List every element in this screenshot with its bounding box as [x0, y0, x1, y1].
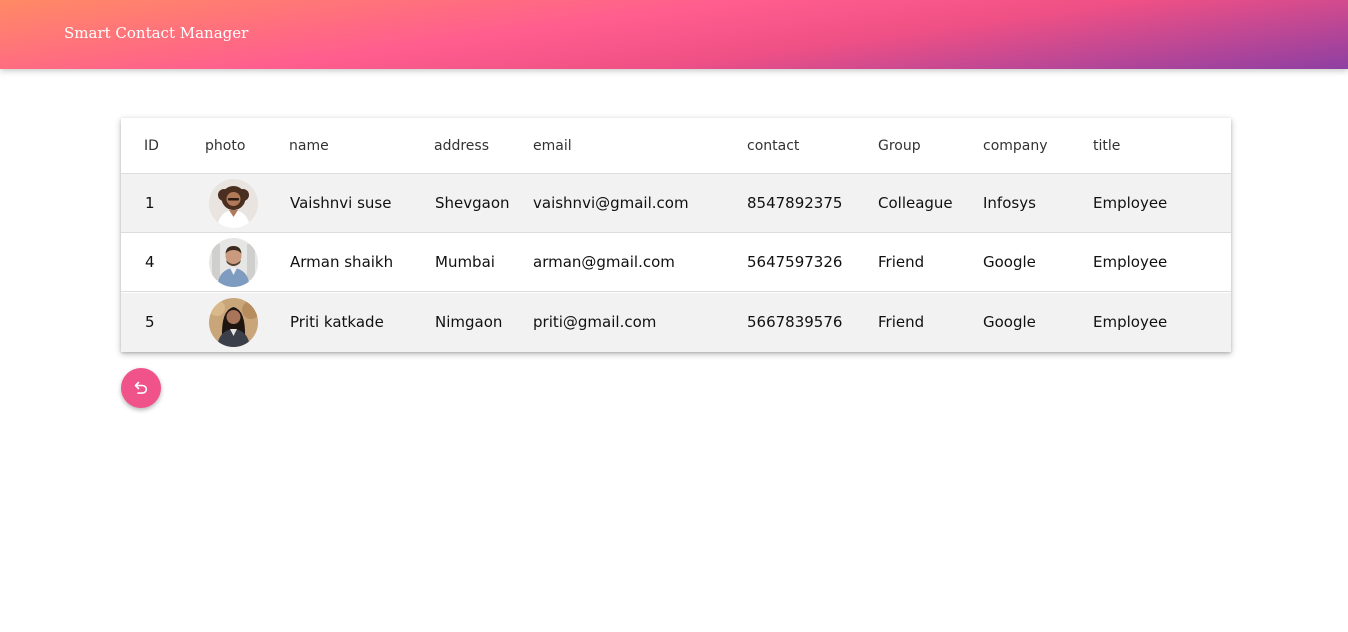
cell-group: Friend	[878, 253, 925, 271]
header-photo: photo	[205, 138, 246, 154]
cell-company: Google	[983, 253, 1036, 271]
cell-name: Priti katkade	[290, 313, 384, 331]
table-row[interactable]: 1 Vaishnvi suse Shevgaon vaishnvi@gmail.…	[121, 174, 1231, 233]
back-button[interactable]	[121, 368, 161, 408]
cell-company: Google	[983, 313, 1036, 331]
cell-email[interactable]: arman@gmail.com	[533, 252, 675, 272]
table-row[interactable]: 4 Arman shaikh Mumbai arman@gmail.com 56…	[121, 233, 1231, 292]
cell-address: Mumbai	[435, 253, 495, 271]
header-group: Group	[878, 138, 921, 154]
cell-id: 1	[145, 194, 155, 212]
cell-email[interactable]: vaishnvi@gmail.com	[533, 193, 689, 213]
header-address: address	[434, 138, 490, 154]
cell-name: Vaishnvi suse	[290, 194, 392, 212]
cell-email[interactable]: priti@gmail.com	[533, 312, 656, 332]
avatar-photo	[209, 298, 258, 347]
header-title: title	[1093, 138, 1121, 154]
cell-id: 5	[145, 313, 155, 331]
header-name: name	[289, 138, 329, 154]
header-company: company	[983, 138, 1048, 154]
cell-group: Friend	[878, 313, 925, 331]
cell-title: Employee	[1093, 194, 1168, 212]
cell-title: Employee	[1093, 313, 1168, 331]
table-row[interactable]: 5 Priti katkade Nimgaon priti@gmail.com …	[121, 293, 1231, 352]
cell-contact: 5647597326	[747, 253, 843, 271]
avatar-photo	[209, 179, 258, 228]
cell-company: Infosys	[983, 194, 1036, 212]
cell-address: Shevgaon	[435, 194, 510, 212]
cell-address: Nimgaon	[435, 313, 503, 331]
cell-contact: 8547892375	[747, 194, 843, 212]
navbar: Smart Contact Manager	[0, 0, 1348, 69]
table-header-row: ID photo name address email contact Grou…	[121, 118, 1231, 174]
cell-title: Employee	[1093, 253, 1168, 271]
cell-name: Arman shaikh	[290, 253, 394, 271]
cell-contact: 5667839576	[747, 313, 843, 331]
cell-id: 4	[145, 253, 155, 271]
header-email: email	[533, 138, 572, 154]
cell-group: Colleague	[878, 194, 953, 212]
header-contact: contact	[747, 138, 800, 154]
header-id: ID	[144, 138, 159, 154]
brand-title[interactable]: Smart Contact Manager	[64, 23, 248, 43]
avatar-photo	[209, 238, 258, 287]
contacts-table-card: ID photo name address email contact Grou…	[121, 118, 1231, 352]
undo-icon	[134, 381, 148, 394]
